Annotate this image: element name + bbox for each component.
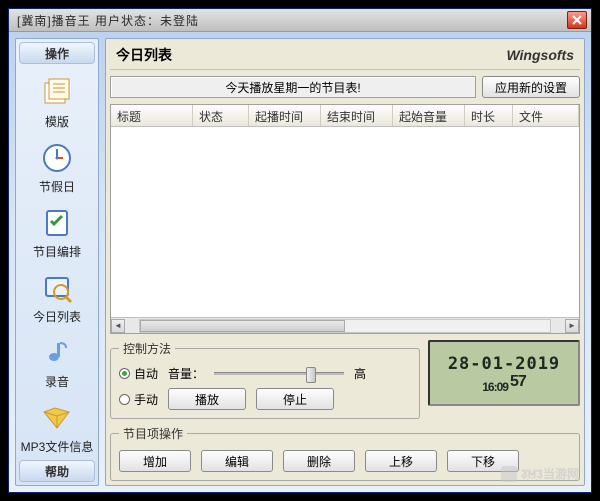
move-down-button[interactable]: 下移: [447, 450, 519, 472]
lcd-time: 16:09 57: [482, 374, 526, 393]
radio-dot-icon: [119, 394, 130, 405]
today-list-icon: [39, 270, 75, 306]
brand-label: Wingsofts: [506, 47, 574, 63]
sidebar-item-label: MP3文件信息: [21, 438, 94, 455]
stop-button[interactable]: 停止: [256, 388, 334, 410]
window-title: [冀南]播音王 用户状态：未登陆: [13, 12, 567, 29]
col-status[interactable]: 状态: [193, 105, 249, 126]
sidebar-item-label: 模版: [45, 113, 69, 130]
panel-title: 今日列表: [116, 45, 172, 65]
volume-label: 音量：: [168, 365, 204, 382]
radio-auto-label: 自动: [134, 365, 158, 382]
col-title[interactable]: 标题: [111, 105, 193, 126]
horizontal-scrollbar[interactable]: ◄ ►: [111, 317, 579, 333]
item-ops-section: 节目项操作 增加 编辑 删除 上移 下移: [110, 425, 580, 481]
add-button[interactable]: 增加: [119, 450, 191, 472]
sidebar-item-record[interactable]: 录音: [16, 333, 98, 392]
sidebar-footer[interactable]: 帮助: [19, 460, 95, 482]
sidebar-header[interactable]: 操作: [19, 42, 95, 64]
ops-legend: 节目项操作: [119, 425, 187, 442]
volume-high-label: 高: [354, 365, 366, 382]
holiday-icon: [39, 140, 75, 176]
sidebar: 操作 模版 节假日: [15, 38, 99, 486]
titlebar: [冀南]播音王 用户状态：未登陆: [9, 9, 591, 32]
panel-header: 今日列表 Wingsofts: [110, 43, 580, 70]
sidebar-item-schedule[interactable]: 节目编排: [16, 203, 98, 262]
edit-button[interactable]: 编辑: [201, 450, 273, 472]
app-window: [冀南]播音王 用户状态：未登陆 操作 模版: [8, 8, 592, 493]
sidebar-item-template[interactable]: 模版: [16, 73, 98, 132]
lower-section: 控制方法 自动 音量： 高: [110, 340, 580, 419]
item-ops-group: 节目项操作 增加 编辑 删除 上移 下移: [110, 425, 580, 481]
apply-settings-button[interactable]: 应用新的设置: [482, 76, 580, 98]
mp3-info-icon: [39, 400, 75, 436]
sidebar-item-mp3-info[interactable]: MP3文件信息: [16, 398, 98, 457]
radio-auto[interactable]: 自动: [119, 365, 158, 382]
info-bar: 今天播放星期一的节目表! 应用新的设置: [110, 76, 580, 98]
slider-thumb[interactable]: [306, 367, 316, 383]
sidebar-item-today-list[interactable]: 今日列表: [16, 268, 98, 327]
template-icon: [39, 75, 75, 111]
radio-manual-label: 手动: [134, 391, 158, 408]
sidebar-item-holiday[interactable]: 节假日: [16, 138, 98, 197]
table-header: 标题 状态 起播时间 结束时间 起始音量 时长 文件: [111, 105, 579, 127]
lcd-clock: 28-01-2019 16:09 57: [428, 340, 580, 406]
control-method-group: 控制方法 自动 音量： 高: [110, 340, 420, 419]
scroll-thumb[interactable]: [140, 320, 345, 332]
sidebar-item-label: 节假日: [39, 178, 75, 195]
schedule-icon: [39, 205, 75, 241]
radio-manual[interactable]: 手动: [119, 391, 158, 408]
move-up-button[interactable]: 上移: [365, 450, 437, 472]
today-message: 今天播放星期一的节目表!: [110, 76, 476, 98]
col-file[interactable]: 文件: [513, 105, 579, 126]
main-panel: 今日列表 Wingsofts 今天播放星期一的节目表! 应用新的设置 标题 状态…: [105, 38, 585, 486]
client-area: 操作 模版 节假日: [9, 32, 591, 492]
play-button[interactable]: 播放: [168, 388, 246, 410]
radio-dot-icon: [119, 368, 130, 379]
lcd-time-seconds: 57: [510, 374, 526, 390]
record-icon: [39, 335, 75, 371]
sidebar-item-label: 今日列表: [33, 308, 81, 325]
sidebar-item-label: 节目编排: [33, 243, 81, 260]
close-icon: [572, 15, 582, 25]
close-button[interactable]: [567, 11, 587, 29]
sidebar-items: 模版 节假日 节目编排: [16, 67, 98, 457]
col-start-time[interactable]: 起播时间: [249, 105, 321, 126]
delete-button[interactable]: 删除: [283, 450, 355, 472]
col-start-volume[interactable]: 起始音量: [393, 105, 465, 126]
scroll-left-arrow[interactable]: ◄: [111, 319, 125, 333]
control-legend: 控制方法: [119, 340, 175, 357]
scroll-right-arrow[interactable]: ►: [565, 319, 579, 333]
col-duration[interactable]: 时长: [465, 105, 513, 126]
lcd-time-main: 16:09: [482, 381, 508, 393]
table-body: [111, 127, 579, 317]
volume-slider[interactable]: [214, 366, 344, 382]
sidebar-item-label: 录音: [45, 373, 69, 390]
lcd-date: 28-01-2019: [448, 354, 560, 374]
program-table: 标题 状态 起播时间 结束时间 起始音量 时长 文件 ◄ ►: [110, 104, 580, 334]
col-end-time[interactable]: 结束时间: [321, 105, 393, 126]
